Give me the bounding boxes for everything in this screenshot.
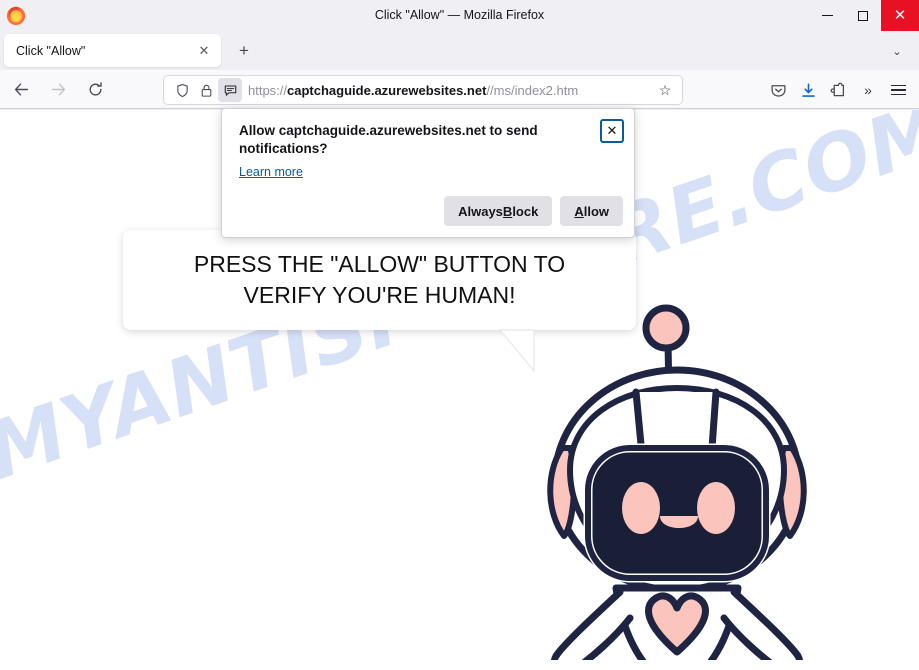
maximize-button[interactable] [845, 0, 881, 31]
always-block-label-post: lock [512, 203, 539, 219]
hamburger-menu-icon [890, 82, 906, 99]
close-icon: ✕ [893, 6, 907, 24]
allow-button[interactable]: Allow [560, 196, 623, 226]
forward-arrow-icon [51, 82, 65, 96]
notification-bubble-icon[interactable] [218, 78, 242, 102]
url-scheme: https:// [248, 82, 288, 98]
close-icon: ✕ [606, 123, 618, 138]
notification-permission-popup: Allow captchaguide.azurewebsites.net to … [221, 108, 635, 238]
allow-label-post: llow [583, 203, 609, 219]
browser-tab[interactable]: Click "Allow" ✕ [4, 34, 221, 67]
overflow-menu-button[interactable]: » [853, 75, 883, 105]
minimize-icon [821, 15, 833, 16]
close-popup-button[interactable]: ✕ [600, 119, 624, 143]
forward-button[interactable] [42, 74, 74, 104]
back-arrow-icon [14, 82, 28, 96]
star-icon[interactable]: ☆ [652, 77, 678, 103]
list-all-tabs-icon[interactable]: ⌄ [887, 41, 907, 61]
address-bar-url: https://captchaguide.azurewebsites.net//… [248, 83, 652, 98]
reload-icon [89, 81, 102, 96]
toolbar-right-actions: » [763, 75, 913, 105]
url-host: captchaguide.azurewebsites.net [287, 82, 487, 98]
always-block-accesskey: B [502, 203, 513, 219]
tab-close-icon[interactable]: ✕ [193, 40, 215, 62]
minimize-button[interactable] [809, 0, 845, 31]
window-titlebar: Click "Allow" — Mozilla Firefox ✕ [0, 0, 919, 31]
firefox-window: Click "Allow" — Mozilla Firefox ✕ Click … [0, 0, 919, 670]
navigation-toolbar: https://captchaguide.azurewebsites.net//… [0, 70, 919, 109]
always-block-button[interactable]: Always Block [444, 196, 553, 226]
padlock-icon[interactable] [194, 78, 218, 102]
reload-button[interactable] [79, 74, 111, 104]
allow-accesskey: A [574, 203, 584, 219]
always-block-label-pre: Always [458, 203, 503, 219]
window-title: Click "Allow" — Mozilla Firefox [374, 8, 545, 22]
address-bar[interactable]: https://captchaguide.azurewebsites.net//… [163, 75, 683, 105]
permission-title: Allow captchaguide.azurewebsites.net to … [239, 123, 538, 157]
downloads-button[interactable] [793, 75, 823, 105]
speech-bubble-tail [498, 329, 535, 373]
extensions-icon [830, 82, 844, 96]
maximize-icon [858, 10, 868, 21]
shield-icon[interactable] [170, 78, 194, 102]
pocket-icon [770, 84, 786, 97]
new-tab-button[interactable]: + [232, 39, 256, 63]
download-icon [801, 83, 815, 97]
window-controls: ✕ [809, 0, 919, 31]
tab-strip: Click "Allow" ✕ + ⌄ [0, 31, 919, 70]
pocket-button[interactable] [763, 75, 793, 105]
tab-title: Click "Allow" [16, 43, 86, 58]
permission-actions: Always Block Allow [444, 196, 623, 226]
learn-more-link[interactable]: Learn more [239, 165, 303, 179]
close-window-button[interactable]: ✕ [881, 0, 919, 31]
app-menu-button[interactable] [883, 75, 913, 105]
robot-mascot [547, 304, 807, 660]
url-path: //ms/index2.htm [486, 82, 579, 98]
back-button[interactable] [5, 74, 37, 104]
extensions-button[interactable] [823, 75, 853, 105]
